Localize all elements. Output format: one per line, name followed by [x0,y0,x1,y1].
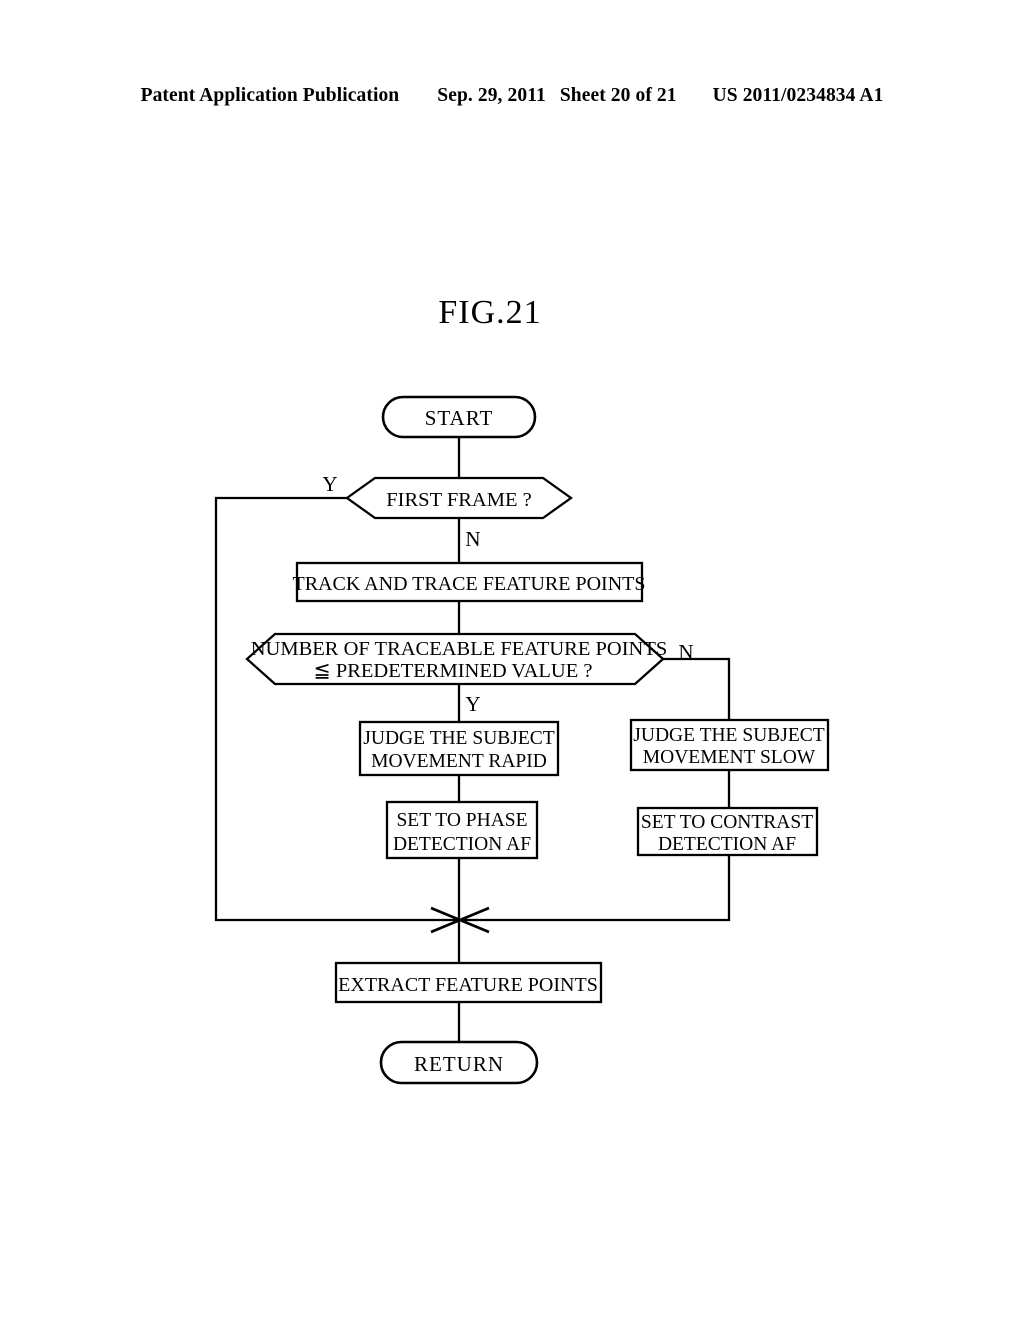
node-set-phase-detection-af: SET TO PHASE DETECTION AF [385,800,539,860]
node-start: START [381,395,537,439]
node-decision-traceable-count-line1: NUMBER OF TRACEABLE FEATURE POINTS [251,638,668,660]
flowchart-diagram: START FIRST FRAME ? Y N TRACK AND TRACE … [214,395,830,1085]
node-judge-movement-rapid: JUDGE THE SUBJECT MOVEMENT RAPID [358,720,560,777]
node-judge-movement-slow-line1: JUDGE THE SUBJECT [633,725,824,746]
node-extract-feature-points: EXTRACT FEATURE POINTS [334,961,603,1004]
node-track-and-trace-label: TRACK AND TRACE FEATURE POINTS [293,573,646,595]
node-return: RETURN [379,1040,539,1085]
branch-label-first-frame-yes: Y [322,472,337,496]
node-set-phase-detection-af-line1: SET TO PHASE [396,810,527,831]
node-decision-first-frame: FIRST FRAME ? [345,476,573,520]
connector-set-contrast-to-merge [459,855,731,922]
node-judge-movement-slow: JUDGE THE SUBJECT MOVEMENT SLOW [629,718,830,772]
node-judge-movement-rapid-line1: JUDGE THE SUBJECT [363,728,554,749]
node-decision-traceable-count: NUMBER OF TRACEABLE FEATURE POINTS ≦ PRE… [245,632,668,686]
patent-page: Patent Application Publication Sep. 29, … [0,0,1024,1320]
node-judge-movement-slow-line2: MOVEMENT SLOW [643,747,816,768]
node-extract-feature-points-label: EXTRACT FEATURE POINTS [338,974,598,996]
branch-label-first-frame-no: N [465,527,480,551]
node-set-phase-detection-af-line2: DETECTION AF [393,834,531,855]
connector-count-no-to-judge-slow [663,657,731,720]
branch-label-count-no: N [678,640,693,664]
node-decision-traceable-count-line2: ≦ PREDETERMINED VALUE ? [314,660,593,682]
node-start-label: START [425,406,494,430]
node-decision-first-frame-label: FIRST FRAME ? [386,489,531,511]
branch-label-count-yes: Y [465,692,480,716]
node-track-and-trace: TRACK AND TRACE FEATURE POINTS [293,561,646,603]
node-set-contrast-detection-af-line2: DETECTION AF [658,834,796,855]
node-set-contrast-detection-af-line1: SET TO CONTRAST [641,812,813,833]
node-return-label: RETURN [414,1052,504,1076]
node-judge-movement-rapid-line2: MOVEMENT RAPID [371,751,547,772]
node-set-contrast-detection-af: SET TO CONTRAST DETECTION AF [636,806,819,857]
